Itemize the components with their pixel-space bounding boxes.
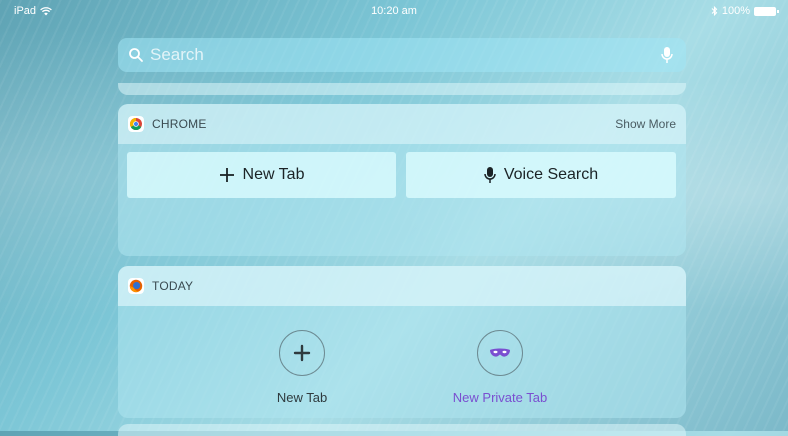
search-input[interactable] (148, 44, 660, 66)
chrome-new-tab-label: New Tab (242, 166, 305, 183)
today-new-tab-button[interactable]: New Tab (242, 330, 362, 405)
chrome-app-name: CHROME (152, 117, 207, 131)
chrome-voice-search-button[interactable]: Voice Search (406, 152, 676, 198)
status-bar: iPad 10:20 am 100% (0, 0, 788, 22)
mask-circle (477, 330, 523, 376)
status-time: 10:20 am (371, 5, 417, 17)
today-widget-body: New Tab New Private Tab (118, 306, 686, 418)
previous-widget-edge (118, 83, 686, 95)
mask-icon (490, 348, 510, 357)
battery-icon (754, 6, 779, 16)
today-new-private-tab-label: New Private Tab (452, 390, 548, 405)
microphone-icon[interactable] (660, 46, 674, 64)
chrome-icon (128, 116, 144, 132)
firefox-icon (128, 278, 144, 294)
battery-percent: 100% (721, 5, 750, 17)
chrome-widget: CHROME Show More New Tab Voice Search (118, 104, 686, 256)
today-new-private-tab-button[interactable]: New Private Tab (440, 330, 560, 405)
search-icon (129, 48, 143, 62)
today-widget-header: TODAY (118, 266, 686, 306)
plus-circle (279, 330, 325, 376)
microphone-icon (484, 167, 496, 183)
plus-icon (219, 168, 234, 182)
today-widget: TODAY New Tab New Private Tab (118, 266, 686, 418)
bluetooth-icon (711, 6, 718, 16)
search-bar[interactable] (118, 38, 686, 72)
chrome-widget-body: New Tab Voice Search (118, 144, 686, 256)
chrome-new-tab-button[interactable]: New Tab (127, 152, 396, 198)
show-more-button[interactable]: Show More (615, 117, 676, 131)
status-right: 100% (711, 5, 779, 17)
chrome-voice-search-label: Voice Search (503, 166, 599, 183)
today-new-tab-label: New Tab (276, 390, 328, 405)
chrome-widget-header: CHROME Show More (118, 104, 686, 144)
today-app-name: TODAY (152, 279, 194, 293)
plus-icon (293, 344, 311, 362)
next-widget-edge (118, 424, 686, 436)
